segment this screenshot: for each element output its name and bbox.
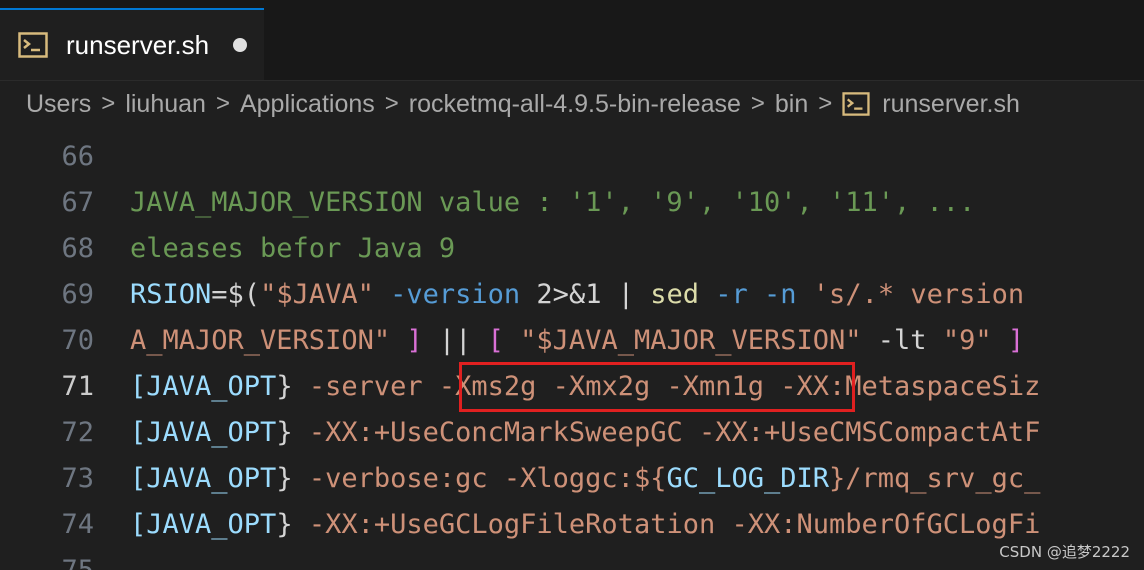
line-number: 74 <box>61 509 94 540</box>
line-number: 70 <box>61 325 94 356</box>
chevron-right-icon: > <box>101 90 116 117</box>
tab-runserver-sh[interactable]: runserver.sh <box>0 8 264 80</box>
breadcrumb-item-applications[interactable]: Applications <box>240 90 375 119</box>
code-token: }/rmq_srv_gc_ <box>829 463 1041 494</box>
line-number: 69 <box>61 279 94 310</box>
code-token: 2>&1 | <box>520 279 651 310</box>
code-line[interactable]: 75 <box>0 548 1144 570</box>
chevron-right-icon: > <box>750 90 765 117</box>
line-code: JAVA_MAJOR_VERSION value : '1', '9', '10… <box>130 180 975 226</box>
line-code: [JAVA_OPT} -verbose:gc -Xloggc:${GC_LOG_… <box>130 456 1040 502</box>
editor-tab-bar: runserver.sh <box>0 0 1144 81</box>
breadcrumb-item-file[interactable]: runserver.sh <box>882 90 1020 119</box>
chevron-right-icon: > <box>384 90 399 117</box>
line-code: RSION=$("$JAVA" -version 2>&1 | sed -r -… <box>130 272 1024 318</box>
code-line[interactable]: 74 [JAVA_OPT} -XX:+UseGCLogFileRotation -… <box>0 502 1144 548</box>
code-token: } <box>276 509 293 540</box>
code-token: -lt <box>861 325 943 356</box>
highlight-annotation-box <box>459 362 855 412</box>
breadcrumb: Users > liuhuan > Applications > rocketm… <box>0 81 1144 127</box>
terminal-icon <box>18 32 48 58</box>
code-line[interactable]: 68 eleases befor Java 9 <box>0 226 1144 272</box>
code-token: -server <box>292 371 439 402</box>
code-token: JAVA_MAJOR_VERSION value : '1', '9', '10… <box>130 187 976 218</box>
line-number: 71 <box>61 371 94 402</box>
code-editor[interactable]: 66 67 JAVA_MAJOR_VERSION value : '1', '9',… <box>0 127 1144 570</box>
chevron-right-icon: > <box>818 90 833 117</box>
code-token: ] <box>991 325 1025 356</box>
code-token: A_MAJOR_VERSION" <box>130 325 391 356</box>
code-token: sed <box>650 279 699 310</box>
code-token: || <box>422 325 488 356</box>
code-token: [JAVA_OPT <box>130 509 277 540</box>
code-token: -verbose:gc -Xloggc:${ <box>292 463 667 494</box>
code-token: } <box>276 417 293 448</box>
line-number: 72 <box>61 417 94 448</box>
breadcrumb-item-users[interactable]: Users <box>26 90 91 119</box>
code-token: $( <box>227 279 261 310</box>
line-code: A_MAJOR_VERSION" ] || [ "$JAVA_MAJOR_VER… <box>130 318 1024 364</box>
code-token: eleases befor Java 9 <box>130 233 456 264</box>
code-token: "9" <box>942 325 992 356</box>
breadcrumb-item-bin[interactable]: bin <box>775 90 808 119</box>
line-number: 68 <box>61 233 94 264</box>
breadcrumb-item-rocketmq[interactable]: rocketmq-all-4.9.5-bin-release <box>409 90 741 119</box>
code-line[interactable]: 73 [JAVA_OPT} -verbose:gc -Xloggc:${GC_LO… <box>0 456 1144 502</box>
line-code: eleases befor Java 9 <box>130 226 455 272</box>
code-token: RSION <box>130 279 212 310</box>
line-number: 73 <box>61 463 94 494</box>
code-token: -XX:+UseConcMarkSweepGC -XX:+UseCMSCompa… <box>292 417 1041 448</box>
code-line[interactable]: 66 <box>0 134 1144 180</box>
code-token: [JAVA_OPT <box>130 463 277 494</box>
code-token: = <box>211 279 228 310</box>
breadcrumb-item-liuhuan[interactable]: liuhuan <box>125 90 206 119</box>
code-token: -version <box>373 279 521 310</box>
code-token: 's/.* version <box>796 279 1025 310</box>
chevron-right-icon: > <box>215 90 230 117</box>
code-token: } <box>276 463 293 494</box>
line-code: [JAVA_OPT} -XX:+UseConcMarkSweepGC -XX:+… <box>130 410 1040 456</box>
terminal-icon <box>842 92 870 116</box>
code-line[interactable]: 70 A_MAJOR_VERSION" ] || [ "$JAVA_MAJOR_V… <box>0 318 1144 364</box>
line-number: 75 <box>0 548 94 570</box>
code-token: -XX:+UseGCLogFileRotation -XX:NumberOfGC… <box>292 509 1041 540</box>
code-token: ] <box>390 325 423 356</box>
unsaved-dot-icon[interactable] <box>233 38 248 52</box>
code-token: [JAVA_OPT <box>130 371 277 402</box>
watermark: CSDN @追梦2222 <box>999 543 1130 561</box>
code-line[interactable]: 69 RSION=$("$JAVA" -version 2>&1 | sed -r… <box>0 272 1144 318</box>
code-token: "$JAVA" <box>260 279 374 310</box>
code-token: [ <box>487 325 504 356</box>
code-token: [JAVA_OPT <box>130 417 277 448</box>
code-line[interactable]: 72 [JAVA_OPT} -XX:+UseConcMarkSweepGC -XX… <box>0 410 1144 456</box>
code-token: GC_LOG_DIR <box>666 463 830 494</box>
code-token: } <box>276 371 293 402</box>
line-code: [JAVA_OPT} -XX:+UseGCLogFileRotation -XX… <box>130 502 1040 548</box>
code-token: -r -n <box>699 279 797 310</box>
tab-filename: runserver.sh <box>66 29 210 60</box>
line-number: 67 <box>61 187 94 218</box>
code-line[interactable]: 67 JAVA_MAJOR_VERSION value : '1', '9', '… <box>0 180 1144 226</box>
code-token: "$JAVA_MAJOR_VERSION" <box>503 325 862 356</box>
line-number: 66 <box>61 141 94 172</box>
